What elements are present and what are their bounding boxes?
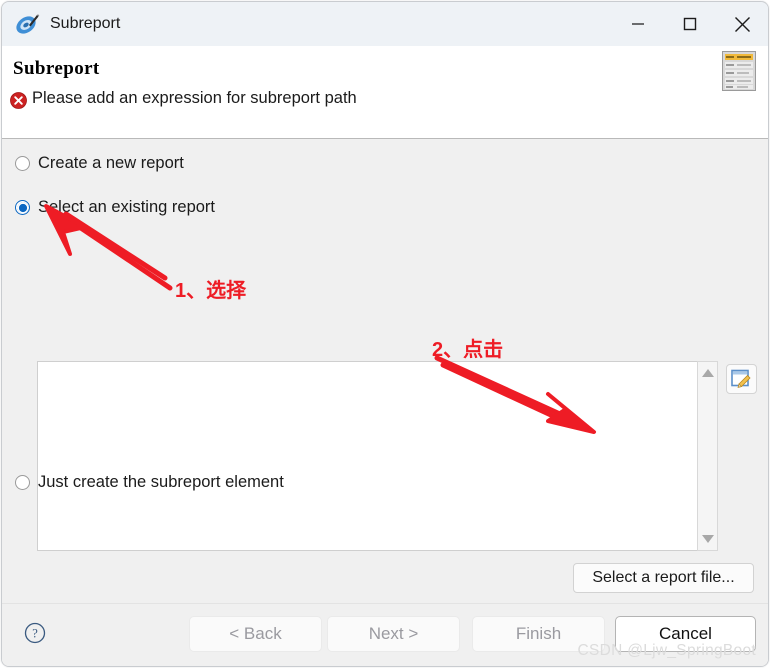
radio-label: Just create the subreport element: [38, 473, 284, 491]
minimize-icon[interactable]: [612, 2, 664, 46]
expression-editor-button[interactable]: [726, 364, 757, 394]
window-controls: [612, 2, 768, 46]
radio-just-create-subreport-element[interactable]: Just create the subreport element: [15, 473, 284, 492]
radio-indicator[interactable]: [15, 156, 30, 171]
chevron-up-icon[interactable]: [701, 369, 714, 377]
window-title: Subreport: [50, 15, 121, 32]
radio-label: Create a new report: [38, 154, 184, 172]
wizard-footer: ? < Back Next > Finish Cancel CSDN @Ljw_…: [2, 603, 768, 666]
report-list-scrollbar[interactable]: [697, 361, 718, 551]
radio-indicator[interactable]: [15, 200, 30, 215]
radio-indicator[interactable]: [15, 475, 30, 490]
chevron-down-icon[interactable]: [701, 535, 714, 543]
header-message: Please add an expression for subreport p…: [32, 89, 357, 107]
jaspersoft-studio-icon: [14, 11, 40, 37]
watermark: CSDN @Ljw_SpringBoot: [577, 642, 756, 659]
radio-label: Select an existing report: [38, 198, 216, 216]
back-button[interactable]: < Back: [189, 616, 322, 652]
wizard-body: Create a new report Select an existing r…: [2, 139, 768, 666]
svg-text:?: ?: [32, 627, 38, 641]
wizard-header: Subreport Please add an expression for s…: [2, 46, 768, 139]
radio-select-existing-report[interactable]: Select an existing report: [15, 198, 215, 217]
next-button[interactable]: Next >: [327, 616, 460, 652]
subreport-wizard-window: Subreport Subreport Please add an expres…: [1, 1, 769, 667]
report-wizard-icon: [722, 51, 756, 91]
page-title: Subreport: [13, 58, 100, 79]
radio-create-new-report[interactable]: Create a new report: [15, 154, 184, 173]
maximize-icon[interactable]: [664, 2, 716, 46]
report-list-box[interactable]: [37, 361, 697, 551]
screenshot-root: Subreport Subreport Please add an expres…: [0, 0, 770, 669]
error-icon: [10, 92, 27, 109]
select-report-file-button[interactable]: Select a report file...: [573, 563, 754, 593]
close-icon[interactable]: [716, 2, 768, 46]
help-icon[interactable]: ?: [24, 622, 46, 644]
window-titlebar: Subreport: [2, 2, 768, 46]
expression-editor-icon: [731, 369, 751, 388]
